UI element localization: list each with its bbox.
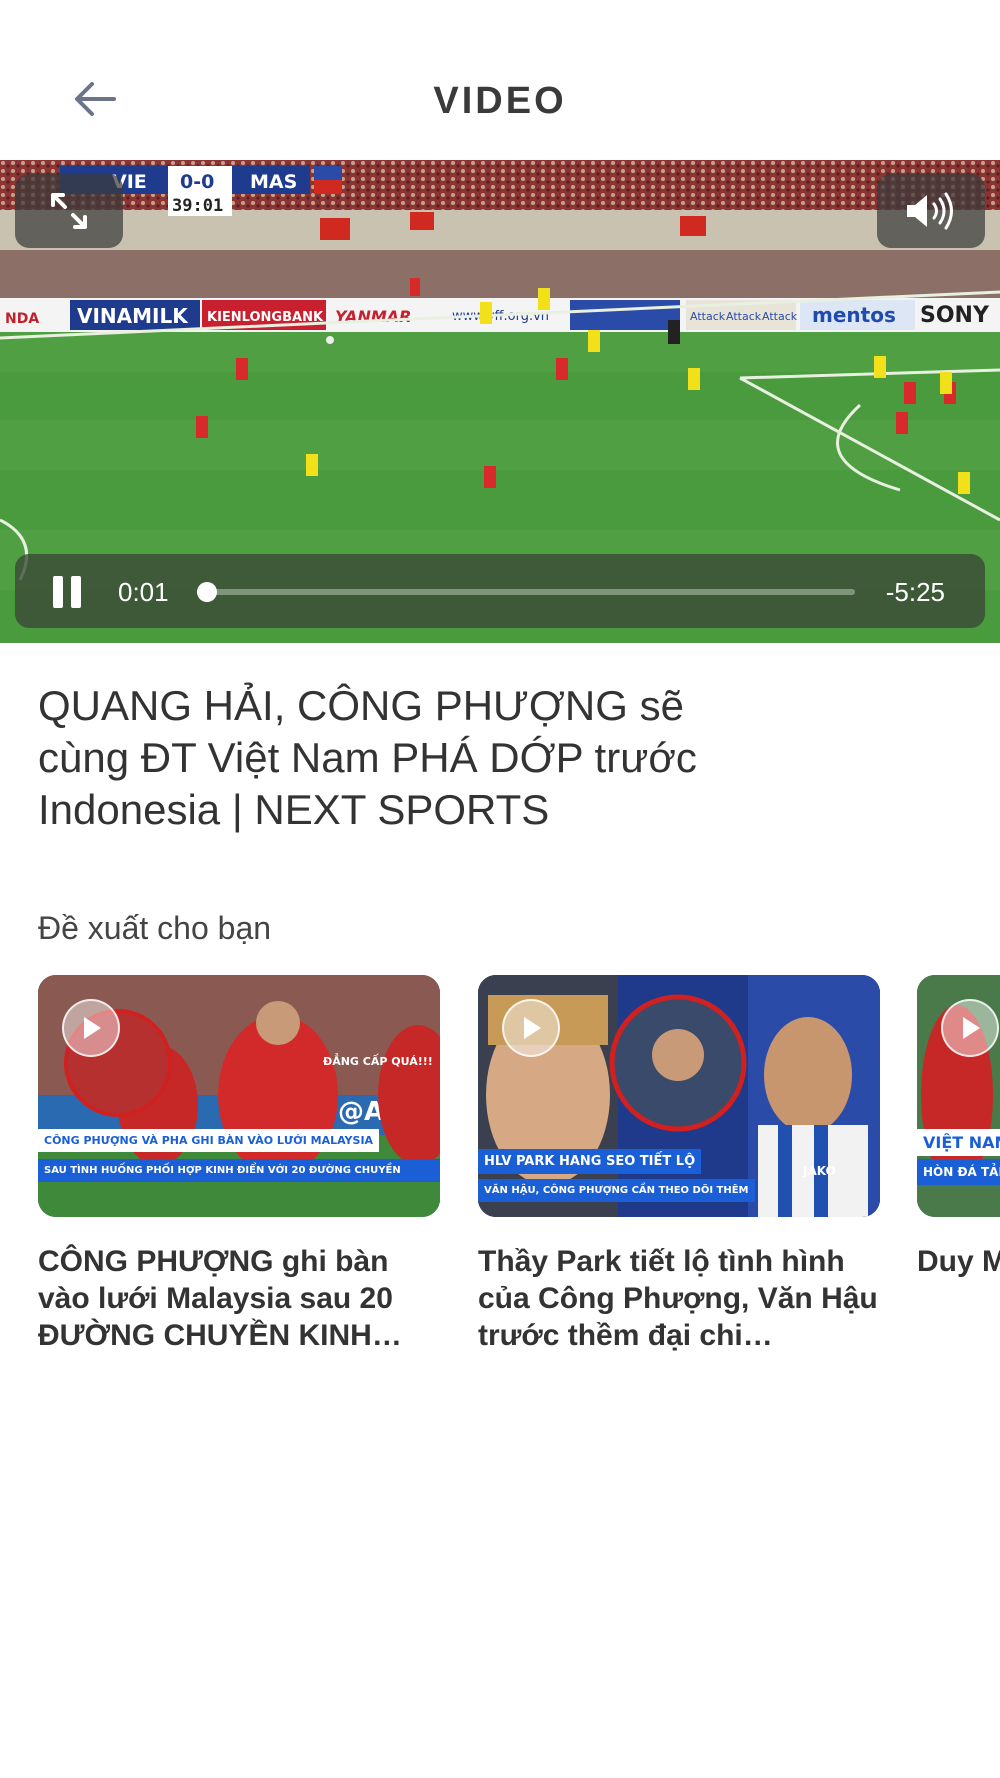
ad-board-text: Attack [690, 310, 726, 323]
recommendation-card[interactable]: @AFF ĐẲNG CẤP QUÁ!!! CÔNG PHƯỢNG VÀ PHA … [38, 975, 440, 1354]
recommendation-card[interactable]: JAKO HLV PARK HANG SEO TIẾT LỘ VĂN HẬU, … [478, 975, 880, 1354]
volume-button[interactable] [877, 174, 985, 248]
video-thumbnail[interactable]: JAKO HLV PARK HANG SEO TIẾT LỘ VĂN HẬU, … [478, 975, 880, 1217]
ad-board-text: VINAMILK [77, 304, 189, 328]
play-button[interactable] [62, 999, 120, 1057]
ad-board-text: SONY [920, 303, 990, 328]
thumbnail-caption: SAU TÌNH HUỐNG PHỐI HỢP KINH ĐIỂN VỚI 20… [38, 1159, 440, 1182]
play-button[interactable] [502, 999, 560, 1057]
progress-bar[interactable] [196, 582, 855, 602]
thumbnail-tag: ĐẲNG CẤP QUÁ!!! [323, 1053, 433, 1068]
recommendation-title[interactable]: CÔNG PHƯỢNG ghi bàn vào lưới Malaysia sa… [38, 1243, 440, 1354]
recommendations-label: Đề xuất cho bạn [38, 910, 272, 946]
scoreboard-score: 0-0 [180, 171, 214, 193]
pause-button[interactable] [53, 576, 83, 608]
ad-board-text: NDA [5, 311, 39, 327]
scoreboard-away: MAS [250, 171, 297, 193]
scoreboard-clock: 39:01 [172, 196, 223, 216]
pause-icon [53, 576, 63, 608]
ad-board-text: Attack [726, 310, 762, 323]
thumbnail-caption: HLV PARK HANG SEO TIẾT LỘ [478, 1149, 702, 1174]
page-title: VIDEO [433, 80, 567, 122]
recommendation-title[interactable]: Thầy Park tiết lộ tình hình của Công Phư… [478, 1243, 880, 1354]
video-title: QUANG HẢI, CÔNG PHƯỢNG sẽ cùng ĐT Việt N… [38, 682, 697, 833]
playback-controls: 0:01 -5:25 [15, 554, 985, 628]
volume-icon [907, 192, 953, 230]
thumbnail-caption: VIỆT NAM [917, 1129, 1000, 1156]
thumbnail-jersey-text: JAKO [802, 1164, 836, 1178]
video-player[interactable]: VINAMILK NDA KIENLONGBANK YANMAR www.vff… [0, 160, 1000, 643]
time-elapsed: 0:01 [118, 577, 169, 607]
thumbnail-caption: VĂN HẬU, CÔNG PHƯỢNG CẦN THEO DÕI THÊM [478, 1179, 755, 1202]
recommendation-card[interactable]: VIỆT NAM HÒN ĐÁ TẢN Duy M… ĐỈNH… Malay… [917, 975, 1000, 1280]
thumbnail-caption: CÔNG PHƯỢNG VÀ PHA GHI BÀN VÀO LƯỚI MALA… [38, 1129, 380, 1152]
recommendations-carousel[interactable]: @AFF ĐẲNG CẤP QUÁ!!! CÔNG PHƯỢNG VÀ PHA … [38, 975, 1000, 1375]
fullscreen-button[interactable] [15, 174, 123, 248]
time-remaining: -5:25 [885, 577, 945, 607]
expand-icon [51, 193, 87, 229]
header: VIDEO [0, 0, 1000, 160]
recommendation-title[interactable]: Duy M… ĐỈNH… Malay… [917, 1243, 1000, 1280]
thumbnail-caption: HÒN ĐÁ TẢN [917, 1159, 1000, 1185]
ad-board-text: mentos [812, 303, 896, 327]
play-icon [963, 1017, 980, 1039]
ad-board-text: Attack [762, 310, 798, 323]
video-thumbnail[interactable]: VIỆT NAM HÒN ĐÁ TẢN [917, 975, 1000, 1217]
video-thumbnail[interactable]: @AFF ĐẲNG CẤP QUÁ!!! CÔNG PHƯỢNG VÀ PHA … [38, 975, 440, 1217]
play-icon [524, 1017, 541, 1039]
progress-thumb[interactable] [196, 582, 217, 602]
play-button[interactable] [941, 999, 999, 1057]
pause-icon [71, 576, 81, 608]
play-icon [84, 1017, 101, 1039]
